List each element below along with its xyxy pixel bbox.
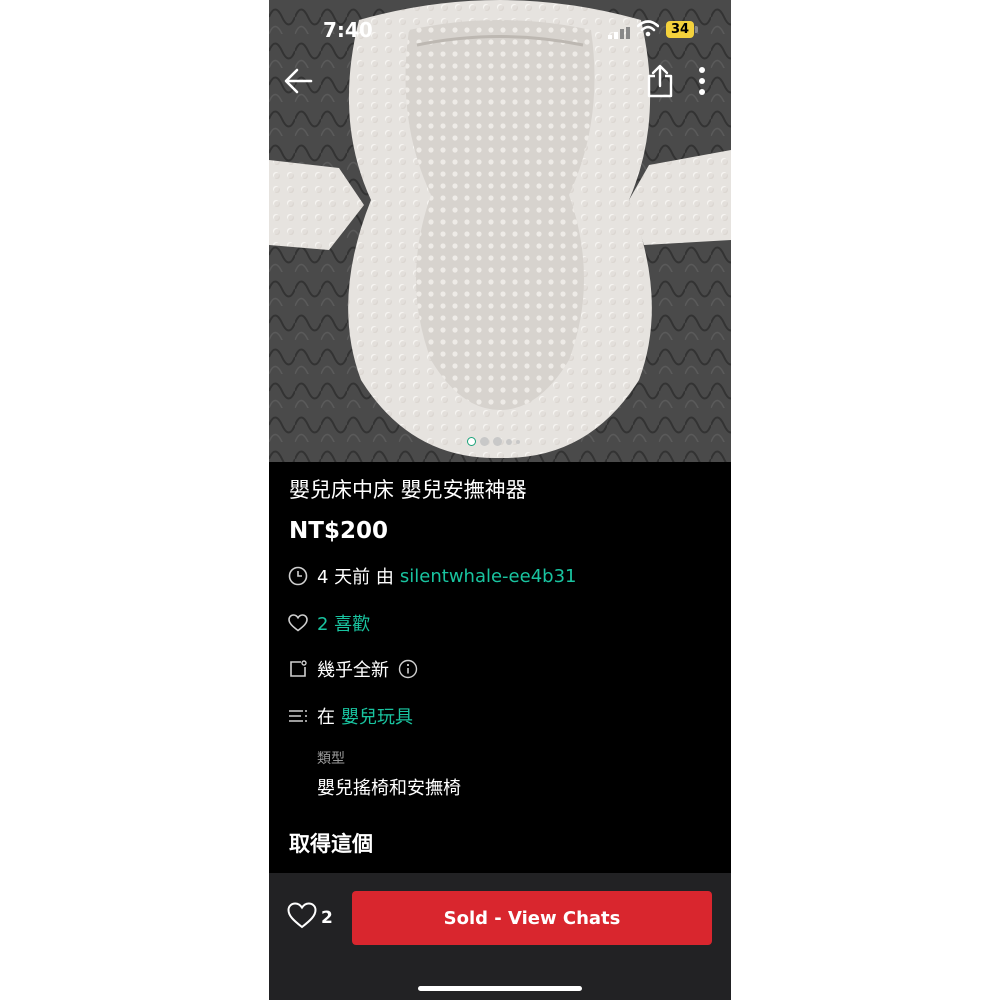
battery-icon: 34 bbox=[666, 21, 694, 38]
likes-row[interactable]: 2 喜歡 bbox=[287, 610, 370, 636]
sold-view-chats-button[interactable]: Sold - View Chats bbox=[352, 891, 712, 945]
category-row: 在 嬰兒玩具 bbox=[287, 703, 413, 729]
condition-row: 幾乎全新 bbox=[287, 656, 427, 682]
more-vertical-icon[interactable] bbox=[694, 66, 710, 96]
status-time: 7:40 bbox=[323, 18, 373, 42]
back-arrow-icon[interactable] bbox=[283, 66, 315, 96]
listing-price: NT$200 bbox=[289, 518, 388, 544]
carousel-dots bbox=[467, 437, 520, 446]
share-icon[interactable] bbox=[645, 64, 675, 98]
section-heading: 取得這個 bbox=[289, 832, 373, 856]
carousel-dot[interactable] bbox=[467, 437, 476, 446]
like-count: 2 bbox=[321, 907, 333, 928]
heart-icon bbox=[287, 612, 309, 634]
bottom-action-bar: 2 Sold - View Chats bbox=[269, 873, 731, 1000]
listing-title: 嬰兒床中床 嬰兒安撫神器 bbox=[289, 478, 527, 502]
info-icon[interactable] bbox=[397, 658, 419, 680]
category-prefix: 在 bbox=[317, 707, 335, 728]
status-bar: 7:40 34 bbox=[269, 0, 731, 60]
phone-screen: 7:40 34 嬰兒床中床 嬰兒安撫神器 NT$200 4 天前 由 silen… bbox=[269, 0, 731, 1000]
home-indicator[interactable] bbox=[418, 986, 582, 991]
like-button[interactable]: 2 bbox=[287, 902, 333, 933]
wifi-icon bbox=[636, 20, 660, 41]
heart-icon bbox=[287, 902, 317, 933]
cellular-signal-icon bbox=[608, 24, 630, 43]
condition-text: 幾乎全新 bbox=[317, 660, 389, 681]
seller-link[interactable]: silentwhale-ee4b31 bbox=[400, 566, 577, 587]
type-label: 類型 bbox=[317, 751, 345, 767]
battery-tip bbox=[695, 26, 698, 33]
carousel-dot[interactable] bbox=[493, 437, 502, 446]
list-icon bbox=[287, 705, 309, 727]
tag-icon bbox=[287, 658, 309, 680]
carousel-dot[interactable] bbox=[480, 437, 489, 446]
likes-link[interactable]: 2 喜歡 bbox=[317, 610, 370, 636]
type-value: 嬰兒搖椅和安撫椅 bbox=[317, 778, 461, 799]
carousel-dot[interactable] bbox=[516, 439, 520, 444]
clock-icon bbox=[287, 565, 309, 587]
carousel-dot[interactable] bbox=[506, 438, 512, 445]
posted-row: 4 天前 由 silentwhale-ee4b31 bbox=[287, 563, 577, 589]
category-link[interactable]: 嬰兒玩具 bbox=[341, 703, 413, 729]
posted-time: 4 天前 由 bbox=[317, 567, 394, 588]
